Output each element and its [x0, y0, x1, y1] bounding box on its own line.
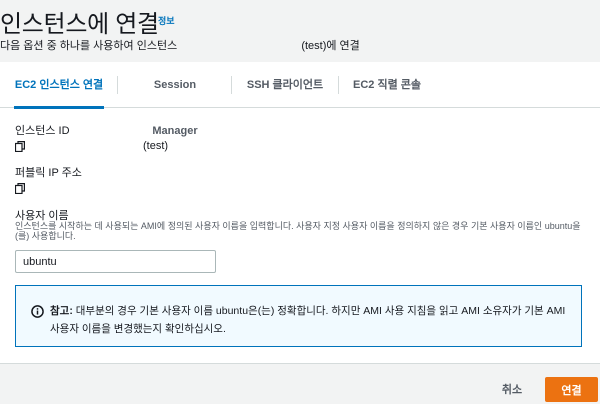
- username-description: 인스턴스를 시작하는 데 사용되는 AMI에 정의된 사용자 이름을 입력합니다…: [15, 221, 581, 241]
- tab-session-manager[interactable]: Session Manager: [131, 62, 219, 137]
- username-input[interactable]: [15, 250, 216, 273]
- subtitle-suffix: (test)에 연결: [301, 40, 360, 52]
- alert-body: 대부분의 경우 기본 사용자 이름 ubuntu은(는) 정확합니다. 하지만 …: [50, 305, 566, 335]
- instance-id-label: 인스턴스 ID: [15, 125, 70, 137]
- tab-ssh-client[interactable]: SSH 클라이언트: [245, 62, 325, 108]
- public-ip-label: 퍼블릭 IP 주소: [15, 167, 82, 179]
- tab-divider: [117, 76, 118, 94]
- page-title: 인스턴스에 연결: [0, 11, 159, 38]
- tab-ec2-serial-console[interactable]: EC2 직렬 콘솔: [352, 62, 422, 108]
- info-icon: [31, 305, 44, 318]
- alert-message: 참고: 대부분의 경우 기본 사용자 이름 ubuntu은(는) 정확합니다. …: [50, 302, 570, 338]
- connect-panel: EC2 인스턴스 연결 Session Manager SSH 클라이언트 EC…: [0, 62, 600, 364]
- connect-button[interactable]: 연결: [545, 377, 598, 402]
- info-link[interactable]: 정보: [158, 14, 175, 27]
- tab-divider: [231, 76, 232, 94]
- instance-id-value: (test): [143, 140, 169, 152]
- subtitle-prefix: 다음 옵션 중 하나를 사용하여 인스턴스: [0, 40, 178, 52]
- tab-ec2-instance-connect[interactable]: EC2 인스턴스 연결: [14, 62, 104, 109]
- page-header: 인스턴스에 연결 정보 다음 옵션 중 하나를 사용하여 인스턴스 (test)…: [0, 0, 600, 60]
- redacted-instance-id: [180, 40, 299, 53]
- info-alert: 참고: 대부분의 경우 기본 사용자 이름 ubuntu은(는) 정확합니다. …: [15, 285, 582, 347]
- alert-title: 참고:: [50, 305, 73, 317]
- tab-divider: [338, 76, 339, 94]
- page-subtitle: 다음 옵션 중 하나를 사용하여 인스턴스 (test)에 연결: [0, 37, 360, 53]
- footer-actions: 취소 연결: [0, 364, 600, 404]
- copy-icon[interactable]: [15, 183, 25, 194]
- connection-tabs: EC2 인스턴스 연결 Session Manager SSH 클라이언트 EC…: [0, 62, 600, 137]
- copy-icon[interactable]: [15, 141, 25, 152]
- cancel-button[interactable]: 취소: [490, 377, 534, 401]
